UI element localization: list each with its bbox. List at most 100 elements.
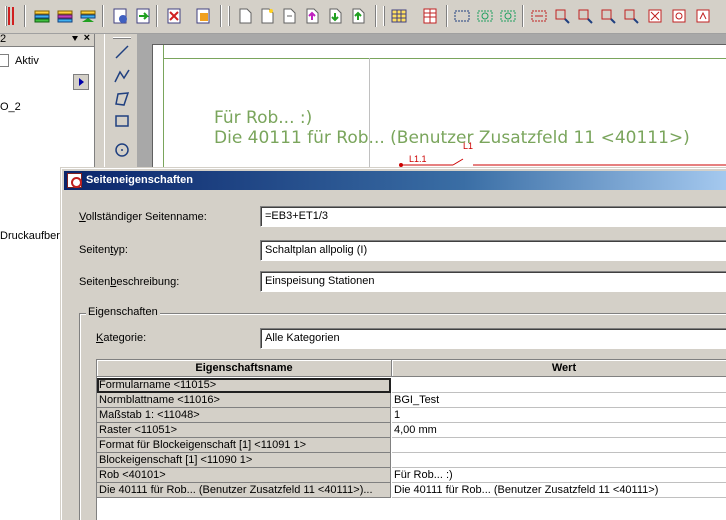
circle-icon[interactable] <box>112 140 132 160</box>
polygon-icon[interactable] <box>112 89 132 109</box>
sheet-gear-icon[interactable] <box>111 7 129 25</box>
canvas-text-line2[interactable]: Die 40111 für Rob... (Benutzer Zusatzfel… <box>214 128 690 148</box>
grid-icon[interactable] <box>390 7 408 25</box>
toolbar-separator <box>375 5 377 27</box>
frame-plus-icon[interactable] <box>476 7 494 25</box>
page-description-label: Seitenbeschreibung: <box>79 276 180 288</box>
property-name-cell[interactable]: Blockeigenschaft [1] <11090 1> <box>97 453 391 468</box>
property-value-cell[interactable] <box>392 453 726 468</box>
panel-header-number: 2 <box>0 33 7 45</box>
page-icon[interactable] <box>236 7 254 25</box>
stack-icon[interactable] <box>56 7 74 25</box>
box-symbol-icon[interactable] <box>670 7 688 25</box>
property-value-cell[interactable]: Die 40111 für Rob... (Benutzer Zusatzfel… <box>392 483 726 498</box>
sheet-cross-icon[interactable] <box>165 7 183 25</box>
toolbar-grip[interactable] <box>228 6 230 26</box>
rectangle-icon[interactable] <box>112 111 132 131</box>
redbar-icon <box>12 7 14 25</box>
category-label: Kategorie: <box>96 332 147 344</box>
table-row[interactable]: Format für Blockeigenschaft [1] <11091 1… <box>97 438 726 453</box>
app-icon <box>67 173 82 188</box>
symbol-icon[interactable] <box>553 7 571 25</box>
page-left-icon[interactable] <box>326 7 344 25</box>
list-item[interactable]: O_2 <box>0 101 21 113</box>
page-right-icon[interactable] <box>349 7 367 25</box>
table-row[interactable]: Rob <40101> Für Rob... :) <box>97 468 726 483</box>
line-icon[interactable] <box>112 42 132 62</box>
aktiv-label: Aktiv <box>15 55 39 67</box>
toolbar-separator <box>156 5 158 27</box>
aktiv-option: Aktiv <box>0 52 95 72</box>
close-icon[interactable]: × <box>84 32 90 44</box>
property-value-cell[interactable]: Für Rob... :) <box>392 468 726 483</box>
full-page-name-input[interactable]: =EB3+ET1/3 <box>260 206 726 227</box>
frame-icon[interactable] <box>453 7 471 25</box>
page-properties-dialog: Seiteneigenschaften Vollständiger Seiten… <box>61 168 726 520</box>
property-name-cell[interactable]: Formularname <11015> <box>97 378 391 393</box>
page-description-input[interactable]: Einspeisung Stationen <box>260 271 726 292</box>
stack-icon[interactable] <box>33 7 51 25</box>
print-prep-tab[interactable]: Druckaufber <box>0 230 62 242</box>
toolbar-separator <box>446 5 448 27</box>
page-copy-icon[interactable] <box>280 7 298 25</box>
sheet-arrow-icon[interactable] <box>134 7 152 25</box>
sheet-top-line <box>163 58 726 59</box>
connection-label[interactable]: L1 <box>463 141 473 151</box>
property-name-cell[interactable]: Format für Blockeigenschaft [1] <11091 1… <box>97 438 391 453</box>
symbol-arrow-icon[interactable] <box>599 7 617 25</box>
frame-arrow-icon[interactable] <box>499 7 517 25</box>
toolbar-separator <box>24 5 26 27</box>
property-name-cell[interactable]: Raster <11051> <box>97 423 391 438</box>
page-type-select[interactable]: Schaltplan allpolig (I) <box>260 240 726 261</box>
toolbar-separator <box>102 5 104 27</box>
app-window: 2 × Aktiv O_2 Druckaufber Für Rob... :) … <box>0 0 726 520</box>
property-name-cell[interactable]: Maßstab 1: <11048> <box>97 408 391 423</box>
chevron-down-icon[interactable] <box>72 36 78 41</box>
table-row[interactable]: Maßstab 1: <11048> 1 <box>97 408 726 423</box>
polyline-icon[interactable] <box>112 66 132 86</box>
column-header-name[interactable]: Eigenschaftsname <box>97 360 392 377</box>
toolbar-grip[interactable] <box>383 6 385 26</box>
page-up-icon[interactable] <box>303 7 321 25</box>
properties-grid: Eigenschaftsname Wert Formularname <1101… <box>96 359 726 520</box>
property-name-cell[interactable]: Die 40111 für Rob... (Benutzer Zusatzfel… <box>97 483 391 498</box>
category-select[interactable]: Alle Kategorien <box>260 328 726 349</box>
table-row[interactable]: Blockeigenschaft [1] <11090 1> <box>97 453 726 468</box>
redbar-icon <box>8 7 10 25</box>
property-value-cell[interactable]: 1 <box>392 408 726 423</box>
toolbar-grip[interactable] <box>113 37 131 39</box>
navigate-button[interactable] <box>73 74 89 90</box>
box-symbol-icon[interactable] <box>694 7 712 25</box>
sheet-grid-line <box>369 58 370 178</box>
property-value-cell[interactable] <box>392 378 726 393</box>
box-cross-icon[interactable] <box>646 7 664 25</box>
dotted-frame-icon[interactable] <box>530 7 548 25</box>
table-row[interactable]: Die 40111 für Rob... (Benutzer Zusatzfel… <box>97 483 726 498</box>
property-value-cell[interactable]: 4,00 mm <box>392 423 726 438</box>
box-cross-icon[interactable] <box>622 7 640 25</box>
property-value-cell[interactable]: BGI_Test <box>392 393 726 408</box>
main-toolbar <box>0 0 726 34</box>
aktiv-checkbox[interactable] <box>0 54 9 67</box>
table-icon[interactable] <box>421 7 439 25</box>
column-header-value[interactable]: Wert <box>392 360 726 377</box>
page-new-icon[interactable] <box>258 7 276 25</box>
property-name-cell[interactable]: Normblattname <11016> <box>97 393 391 408</box>
canvas-text-line1[interactable]: Für Rob... :) <box>214 108 312 128</box>
properties-group-title: Eigenschaften <box>86 306 160 318</box>
dialog-titlebar[interactable]: Seiteneigenschaften <box>64 171 726 190</box>
sheet-select-icon[interactable] <box>194 7 212 25</box>
dialog-title: Seiteneigenschaften <box>86 174 193 186</box>
table-row[interactable]: Raster <11051> 4,00 mm <box>97 423 726 438</box>
property-value-cell[interactable] <box>392 438 726 453</box>
panel-header: 2 × <box>0 32 94 47</box>
symbol-plus-icon[interactable] <box>576 7 594 25</box>
property-name-cell[interactable]: Rob <40101> <box>97 468 391 483</box>
table-row[interactable]: Normblattname <11016> BGI_Test <box>97 393 726 408</box>
toolbar-grip[interactable] <box>5 6 7 26</box>
toolbar-separator <box>522 5 524 27</box>
full-page-name-label: Vollständiger Seitenname: <box>79 211 207 223</box>
stack-arrow-icon[interactable] <box>79 7 97 25</box>
page-type-label: Seitentyp: <box>79 244 128 256</box>
table-row[interactable]: Formularname <11015> <box>97 378 726 393</box>
